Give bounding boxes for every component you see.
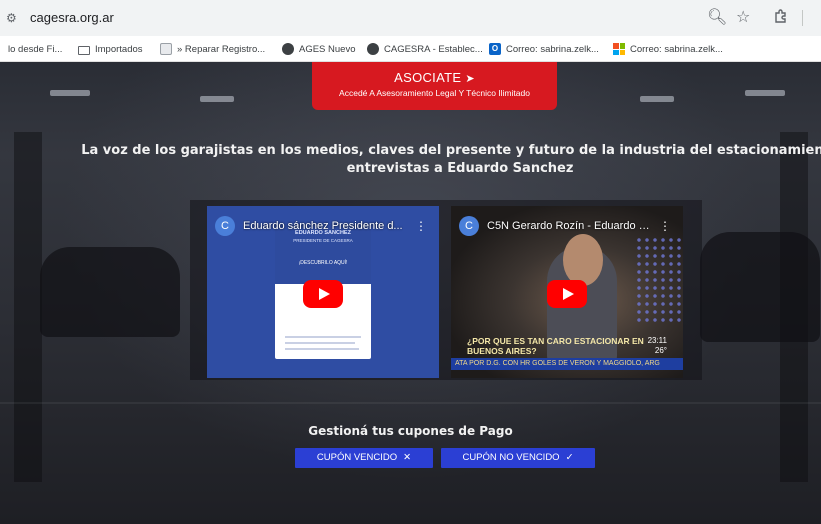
headline-line-1: La voz de los garajistas en los medios, … xyxy=(81,143,821,158)
tv-caption: ¿POR QUE ES TAN CARO ESTACIONAR EN BUENO… xyxy=(467,336,644,356)
channel-avatar[interactable]: C xyxy=(215,216,235,236)
bookmark-label: Importados xyxy=(95,43,143,55)
page-content: ASOCIATE ➤ Accedé A Asesoramiento Legal Y… xyxy=(0,62,821,524)
youtube-play-button[interactable] xyxy=(303,280,343,308)
channel-avatar[interactable]: C xyxy=(459,216,479,236)
toolbar-divider xyxy=(802,10,803,26)
bookmarks-bar: lo desde Fi... Importados » Reparar Regi… xyxy=(0,36,821,62)
cta-subtitle: Accedé A Asesoramiento Legal Y Técnico I… xyxy=(339,88,530,98)
expired-coupon-button[interactable]: CUPÓN VENCIDO ✕ xyxy=(295,448,433,468)
bookmark-item[interactable]: CAGESRA - Establec... xyxy=(367,41,483,57)
bookmark-item[interactable]: AGES Nuevo xyxy=(282,41,356,57)
associate-cta-button[interactable]: ASOCIATE ➤ Accedé A Asesoramiento Legal Y… xyxy=(312,62,557,110)
tv-clock: 23:11 26° xyxy=(648,336,667,356)
video-title[interactable]: Eduardo sánchez Presidente d... xyxy=(243,220,403,232)
bookmark-folder-importados[interactable]: Importados xyxy=(78,41,143,57)
bookmark-item[interactable]: lo desde Fi... xyxy=(8,41,62,57)
bookmark-item[interactable]: O Correo: sabrina.zelk... xyxy=(489,41,599,57)
expired-coupon-label: CUPÓN VENCIDO xyxy=(316,452,398,463)
outlook-icon: O xyxy=(489,43,501,55)
parked-car xyxy=(700,232,820,342)
ceiling-light xyxy=(200,96,234,102)
video-embed-2[interactable]: ¿POR QUE ES TAN CARO ESTACIONAR EN BUENO… xyxy=(451,206,683,378)
ceiling-light xyxy=(640,96,674,102)
interviewee-face xyxy=(563,234,603,286)
microsoft-icon xyxy=(613,43,625,55)
more-vert-icon[interactable]: ⋮ xyxy=(411,219,431,233)
bookmark-label: » Reparar Registro... xyxy=(177,43,266,55)
parked-car xyxy=(40,247,180,337)
bookmark-label: AGES Nuevo xyxy=(299,43,356,55)
site-settings-icon[interactable]: ⚙ xyxy=(6,11,20,25)
close-icon: ✕ xyxy=(403,452,412,463)
globe-icon xyxy=(282,43,294,55)
ceiling-light xyxy=(745,90,785,96)
bookmark-label: Correo: sabrina.zelk... xyxy=(506,43,599,55)
tv-news-ticker: ATA POR D.G. CON HR GOLES DE VERON Y MAG… xyxy=(451,358,683,370)
thumbnail-cta: ¡DESCUBRILO AQUÍ! xyxy=(298,260,348,266)
generic-page-icon xyxy=(160,43,172,55)
video-header: C C5N Gerardo Rozín - Eduardo S... ⋮ xyxy=(459,216,675,236)
more-vert-icon[interactable]: ⋮ xyxy=(655,219,675,233)
video-header: C Eduardo sánchez Presidente d... ⋮ xyxy=(215,216,431,236)
coupons-title: Gestioná tus cupones de Pago xyxy=(308,424,513,438)
ceiling-light xyxy=(50,90,90,96)
studio-lights xyxy=(635,236,681,326)
floor-marking xyxy=(0,402,821,404)
folder-icon xyxy=(78,45,90,55)
headline-line-2: entrevistas a Eduardo Sanchez xyxy=(346,161,574,176)
bookmark-star-icon[interactable]: ☆ xyxy=(736,8,750,26)
bookmark-label: CAGESRA - Establec... xyxy=(384,43,483,55)
bookmark-label: Correo: sabrina.zelk... xyxy=(630,43,723,55)
zoom-icon[interactable]: 🔍︎ xyxy=(707,8,727,26)
bookmark-item[interactable]: Correo: sabrina.zelk... xyxy=(613,41,723,57)
not-expired-coupon-label: CUPÓN NO VENCIDO xyxy=(462,452,560,463)
cta-title: ASOCIATE xyxy=(394,70,462,85)
globe-icon xyxy=(367,43,379,55)
bookmark-item[interactable]: » Reparar Registro... xyxy=(160,41,265,57)
thumbnail-subheading: PRESIDENTE DE CAGESRA xyxy=(293,238,353,243)
extensions-icon[interactable] xyxy=(773,8,789,24)
check-icon: ✓ xyxy=(565,452,574,463)
video-title[interactable]: C5N Gerardo Rozín - Eduardo S... xyxy=(487,220,655,232)
tv-time: 23:11 xyxy=(647,336,667,345)
url-field[interactable]: cagesra.org.ar xyxy=(30,10,114,25)
youtube-play-button[interactable] xyxy=(547,280,587,308)
send-arrow-icon: ➤ xyxy=(465,72,475,85)
bookmark-label: lo desde Fi... xyxy=(8,43,63,55)
browser-address-bar: ⚙ cagesra.org.ar 🔍︎ ☆ xyxy=(0,0,821,36)
tv-temperature: 26° xyxy=(654,346,667,355)
not-expired-coupon-button[interactable]: CUPÓN NO VENCIDO ✓ xyxy=(441,448,595,468)
video-embed-1[interactable]: EDUARDO SANCHEZ PRESIDENTE DE CAGESRA ¡D… xyxy=(207,206,439,378)
page-headline: La voz de los garajistas en los medios, … xyxy=(60,142,821,178)
